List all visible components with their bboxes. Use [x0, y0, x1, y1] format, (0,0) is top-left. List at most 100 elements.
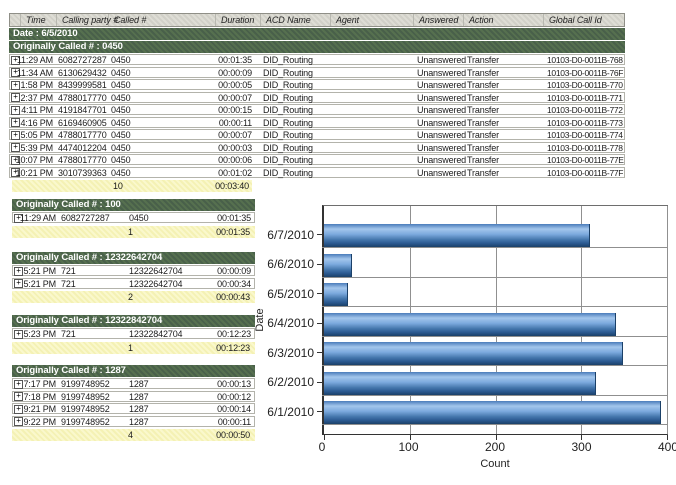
expand-icon[interactable]: + [11, 81, 20, 90]
table-row: + 7:17 PM 9199748952 1287 00:00:13 [12, 378, 255, 389]
expand-icon[interactable]: + [14, 267, 23, 276]
cell-calling-party: 4788017770 [57, 155, 109, 165]
cell-time: 9:21 PM [24, 404, 60, 414]
summary-total-duration: 00:03:40 [218, 180, 252, 192]
cell-duration: 00:00:05 [216, 80, 261, 90]
table-row: + 4:11 PM 4191847701 0450 00:00:15 DID_R… [9, 104, 625, 115]
expand-cell: + [10, 80, 21, 90]
table-row: + 1:58 PM 8439999581 0450 00:00:05 DID_R… [9, 79, 625, 90]
table-row: + 5:21 PM 721 12322642704 00:00:09 [12, 265, 255, 276]
bar-chart-plot [322, 205, 668, 435]
group-band: Originally Called # : 1287 [12, 365, 255, 377]
cell-calling-party: 8439999581 [57, 80, 109, 90]
column-header: Global Call Id [544, 14, 626, 26]
cell-called: 0450 [109, 93, 216, 103]
expand-icon[interactable]: + [14, 380, 23, 389]
cell-acd-name: DID_Routing [261, 130, 331, 140]
cell-time: 5:05 PM [21, 130, 57, 140]
chart-bar [324, 224, 590, 247]
summary-spacer [59, 291, 111, 303]
cell-time: 4:11 PM [21, 105, 57, 115]
expand-icon[interactable]: + [14, 417, 23, 426]
main-table-rows: + 11:29 AM 6082727287 0450 00:01:35 DID_… [9, 54, 625, 178]
column-header: Answered [414, 14, 464, 26]
summary-spacer [12, 429, 23, 441]
expand-icon[interactable]: + [11, 118, 20, 127]
cell-called: 12322642704 [112, 266, 219, 276]
section-rows: + 5:23 PM 721 12322842704 00:12:23 [12, 328, 255, 339]
cell-time: 4:16 PM [21, 118, 57, 128]
cell-global-call-id: 10103-D0-0011B-773 [544, 118, 626, 128]
cell-answered: Unanswered [414, 80, 464, 90]
cell-duration: 00:00:15 [216, 105, 261, 115]
cell-time: 10:21 PM [21, 168, 57, 178]
cell-global-call-id: 10103-D0-0011B-768 [544, 55, 626, 65]
chart-category-row [324, 251, 667, 281]
expand-cell: + [10, 143, 21, 153]
cell-called: 12322642704 [112, 279, 219, 289]
x-axis-tick [324, 435, 325, 440]
group-summary-row: 1 00:01:35 [12, 226, 255, 238]
cell-called: 0450 [109, 80, 216, 90]
cell-calling-party: 721 [60, 329, 112, 339]
summary-spacer [23, 180, 59, 192]
cell-time: 5:23 PM [24, 329, 60, 339]
chart-category-row [324, 369, 667, 399]
column-header [10, 14, 21, 26]
cell-action: Transfer [464, 80, 544, 90]
cell-called: 0450 [109, 55, 216, 65]
table-row: + 5:05 PM 4788017770 0450 00:00:07 DID_R… [9, 129, 625, 140]
x-tick-label: 100 [398, 440, 418, 454]
cell-called: 1287 [112, 404, 219, 414]
expand-icon[interactable]: + [11, 106, 20, 115]
cell-time: 1:58 PM [21, 80, 57, 90]
summary-spacer [12, 226, 23, 238]
summary-spacer [59, 429, 111, 441]
cell-duration: 00:00:03 [216, 143, 261, 153]
cell-agent [331, 93, 414, 103]
chart-category-row [324, 310, 667, 340]
group-band: Originally Called # : 12322642704 [12, 252, 255, 264]
cell-global-call-id: 10103-D0-0011B-772 [544, 105, 626, 115]
group-summary-row: 2 00:00:43 [12, 291, 255, 303]
expand-cell: + [10, 130, 21, 140]
cell-answered: Unanswered [414, 68, 464, 78]
cell-global-call-id: 10103-D0-0011B-770 [544, 80, 626, 90]
expand-icon[interactable]: + [11, 131, 20, 140]
expand-icon[interactable]: + [11, 93, 20, 102]
cell-action: Transfer [464, 55, 544, 65]
cell-duration: 00:12:23 [219, 329, 256, 339]
section-rows: + 7:17 PM 9199748952 1287 00:00:13 + 7:1… [12, 378, 255, 427]
cell-action: Transfer [464, 105, 544, 115]
summary-spacer [59, 180, 111, 192]
cell-calling-party: 9199748952 [60, 379, 112, 389]
y-tick-label: 6/3/2010 [267, 346, 314, 360]
expand-icon[interactable]: + [14, 392, 23, 401]
chart-category-row [324, 398, 667, 428]
cell-calling-party: 721 [60, 279, 112, 289]
x-tick-label: 300 [571, 440, 591, 454]
x-axis-tick [581, 435, 582, 440]
expand-icon[interactable]: + [14, 279, 23, 288]
expand-icon[interactable]: + [14, 330, 23, 339]
cell-called: 0450 [109, 143, 216, 153]
cell-agent [331, 168, 414, 178]
expand-icon[interactable]: + [14, 405, 23, 414]
cell-acd-name: DID_Routing [261, 80, 331, 90]
cell-duration: 00:00:07 [216, 130, 261, 140]
chart-bar [324, 372, 596, 395]
summary-spacer [12, 180, 23, 192]
cell-duration: 00:00:14 [219, 404, 256, 414]
section-rows: + 11:29 AM 6082727287 0450 00:01:35 [12, 212, 255, 223]
table-row: + 9:22 PM 9199748952 1287 00:00:11 [12, 416, 255, 427]
expand-icon[interactable]: + [11, 143, 20, 152]
summary-spacer [23, 342, 59, 354]
cell-action: Transfer [464, 130, 544, 140]
expand-cell: + [13, 266, 24, 276]
cell-agent [331, 80, 414, 90]
cell-answered: Unanswered [414, 130, 464, 140]
y-axis-tick [317, 411, 322, 412]
y-tick-label: 6/1/2010 [267, 405, 314, 419]
summary-spacer [23, 291, 59, 303]
cell-called: 0450 [109, 130, 216, 140]
